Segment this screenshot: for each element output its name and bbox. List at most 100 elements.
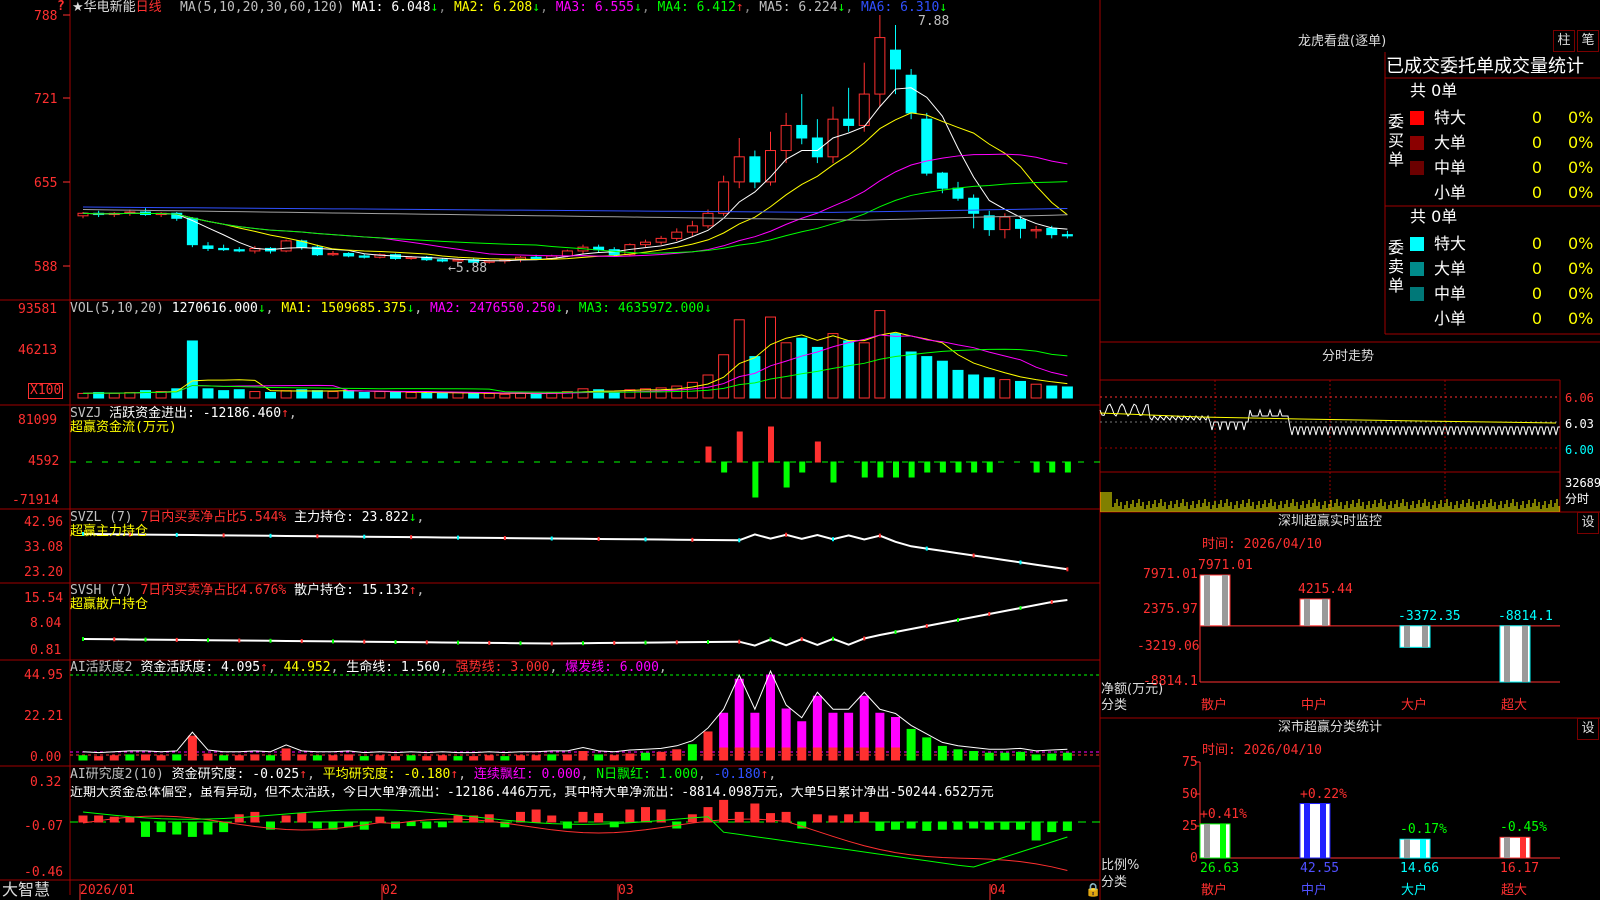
candle-body-up: [327, 252, 339, 256]
volume-bar-down: [749, 356, 761, 399]
svzl-axis-label: 23.20: [24, 565, 64, 580]
research-bar-red: [719, 799, 729, 823]
volume-bar-up: [499, 393, 511, 399]
intraday-axis-label: 6.06: [1565, 391, 1594, 405]
szc-value-label: 14.66: [1400, 861, 1440, 876]
sell-side-label: 委卖单: [1388, 238, 1405, 295]
szc-bar-shade: [1304, 803, 1310, 858]
candle-body-down: [358, 255, 370, 258]
candle-body-down: [843, 118, 855, 126]
ai-research-nred: N日飘红: 1.000: [596, 767, 698, 782]
sell-row-count: 0: [1531, 309, 1542, 328]
szc-change-label: -0.17%: [1400, 822, 1447, 838]
vol-value: 1270616.000: [171, 301, 258, 316]
activity-bar-base: [781, 747, 791, 761]
candle-body-down: [343, 252, 355, 257]
buy-total: 共 0单: [1410, 81, 1458, 100]
outflow-bar: [924, 461, 931, 473]
activity-bar: [312, 755, 322, 761]
svsh-tick: [707, 640, 709, 644]
candle-body-down: [921, 118, 933, 174]
question-icon[interactable]: ?: [57, 0, 65, 14]
svsh-tick: [832, 636, 834, 641]
activity-bar: [594, 754, 604, 761]
candle-body-up: [405, 256, 417, 259]
activity-bar-burst: [812, 695, 822, 749]
volume-bar-up: [733, 319, 745, 399]
activity-bar: [281, 748, 291, 761]
outflow-bar: [752, 461, 759, 498]
sell-row-count: 0: [1531, 259, 1542, 278]
volume-bar-down: [233, 389, 245, 399]
vol-ma1: MA1: 1509685.375: [281, 301, 407, 316]
volume-bar-down: [968, 374, 980, 399]
candle-body-up: [733, 156, 745, 183]
activity-bar-base: [766, 747, 775, 761]
volume-bar-down: [265, 391, 276, 399]
activity-bar: [516, 755, 525, 761]
ai-active-axis-label: 44.95: [24, 668, 64, 683]
volume-bar-down: [421, 392, 433, 399]
sz-monitor-value-label: -8814.1: [1498, 608, 1553, 624]
period-label[interactable]: 日线: [136, 0, 162, 15]
research-bar-red: [734, 811, 744, 823]
candle-body-up: [780, 124, 792, 152]
research-bar-green: [172, 821, 182, 835]
svzl-tick: [1066, 567, 1069, 572]
activity-bar-cool: [1047, 753, 1057, 761]
tab-bar-view[interactable]: 柱: [1553, 30, 1575, 52]
svzl-tick: [503, 536, 506, 541]
volume-bar-up: [827, 333, 839, 399]
szc-change-label: +0.41%: [1200, 806, 1247, 822]
vol-title: VOL(5,10,20): [70, 301, 164, 316]
svsh-tick: [425, 640, 428, 645]
vol-ma3-line: [82, 348, 1068, 394]
research-bar-green: [891, 821, 900, 830]
outflow-bar: [1033, 461, 1040, 473]
sz-category-label: 大户: [1401, 698, 1428, 713]
activity-bar-base: [891, 747, 900, 761]
candle-body-up: [999, 216, 1011, 231]
activity-bar: [266, 755, 275, 761]
candle-body-down: [1046, 227, 1058, 236]
szc-change-label: +0.22%: [1300, 786, 1347, 802]
buy-row-pct: 0%: [1568, 108, 1594, 127]
star-icon[interactable]: ★: [72, 0, 84, 15]
tab-tick-view[interactable]: 笔: [1577, 30, 1599, 52]
svzl-tick: [457, 535, 459, 540]
svsh-tick: [738, 639, 741, 644]
sz-class-settings-button[interactable]: 设: [1577, 718, 1599, 740]
research-bar-green: [922, 821, 932, 831]
sz-category-label: 超大: [1501, 698, 1528, 713]
ai-research-title: AI研究度2(10): [70, 767, 164, 782]
activity-bar: [656, 751, 666, 761]
activity-bar-cool: [1016, 751, 1025, 761]
research-bar-red: [844, 814, 854, 823]
stock-chart-canvas[interactable]: [0, 0, 1600, 900]
stock-header: ★华电新能日线: [72, 1, 162, 15]
activity-bar-burst: [766, 674, 775, 749]
activity-bar: [375, 755, 385, 761]
volume-bar-up: [858, 342, 870, 399]
svzj-value: 活跃资金进出: -12186.460: [109, 406, 282, 421]
sz-category-label: 散户: [1201, 698, 1228, 713]
dragon-table-header: 已成交委托单成交量统计: [1386, 56, 1584, 77]
candle-body-down: [436, 259, 448, 262]
volume-bar-up: [483, 392, 495, 399]
volume-bar-up: [108, 392, 120, 399]
candle-body-down: [1015, 219, 1026, 229]
activity-bar: [156, 755, 166, 761]
price-axis-label: 588: [34, 260, 58, 275]
volume-bar-up: [1030, 383, 1042, 399]
sz-monitor-settings-button[interactable]: 设: [1577, 512, 1599, 534]
sz-monitor-bar-shade: [1222, 575, 1228, 626]
activity-bar: [78, 755, 88, 761]
volume-bar-up: [999, 379, 1011, 399]
activity-bar: [625, 753, 635, 761]
sell-row-pct: 0%: [1568, 259, 1594, 278]
svsh-tick: [207, 638, 209, 643]
svsh-tick: [613, 640, 616, 645]
volume-bar-down: [218, 390, 230, 399]
lock-icon[interactable]: 🔒: [1085, 884, 1101, 898]
research-bar-green: [984, 821, 994, 830]
